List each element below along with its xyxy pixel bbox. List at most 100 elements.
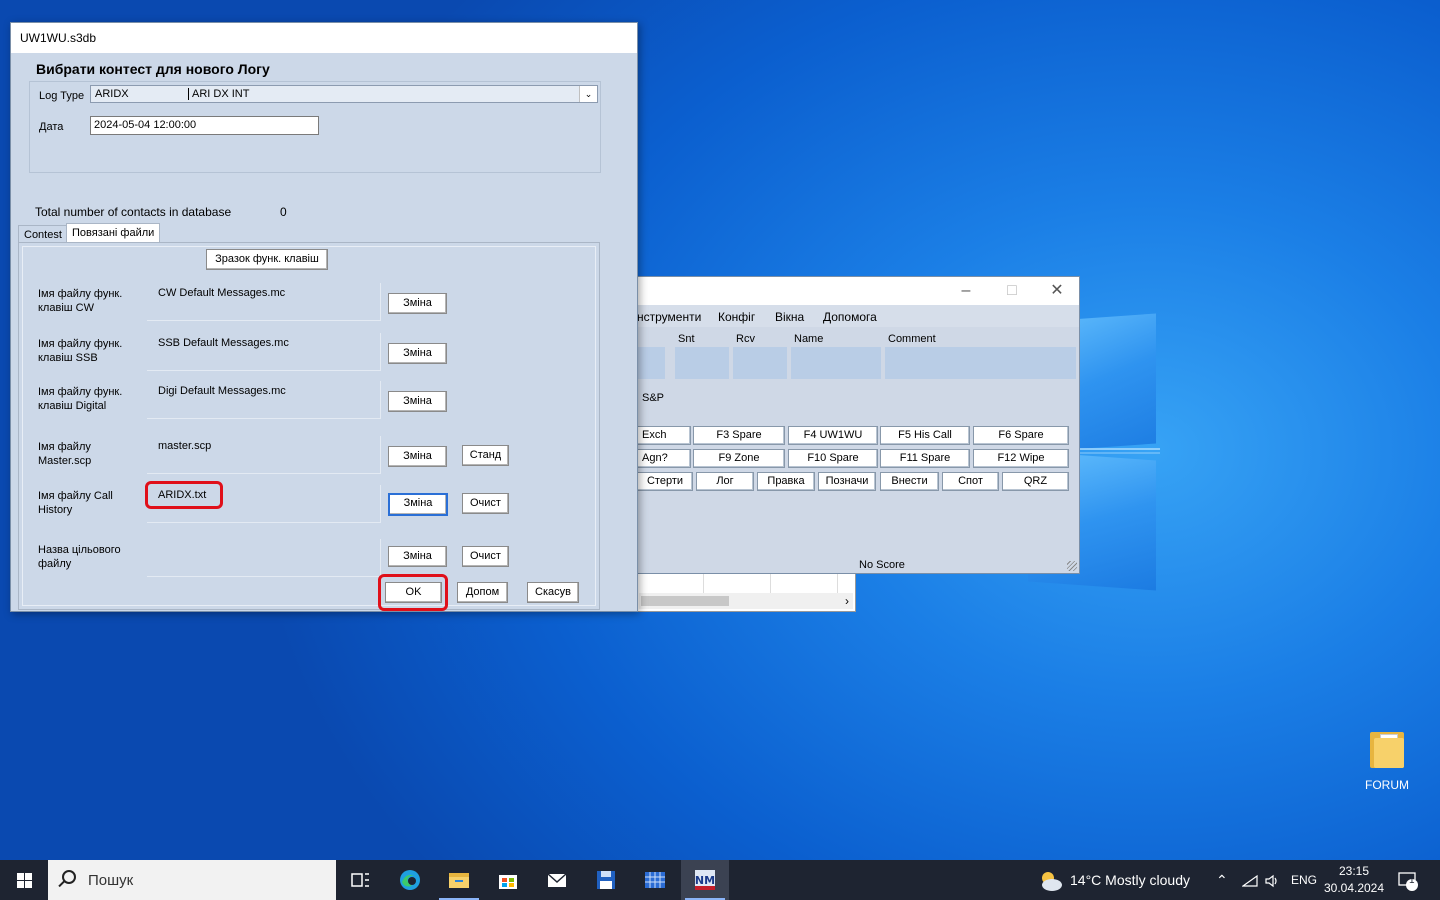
fkey-f10[interactable]: F10 Spare (788, 449, 878, 468)
mark-button[interactable]: Позначи (818, 472, 876, 491)
menu-config[interactable]: Конфіг (718, 310, 755, 324)
windows-icon (17, 873, 32, 888)
save-app-icon[interactable] (582, 860, 630, 900)
edit-button[interactable]: Правка (757, 472, 815, 491)
score-label: No Score (859, 559, 905, 571)
col-comment: Comment (888, 333, 936, 345)
file-explorer-icon[interactable] (435, 860, 483, 900)
desktop-icon-label: FORUM (1365, 778, 1409, 792)
master-file-name: master.scp (147, 436, 381, 474)
fkey-f6[interactable]: F6 Spare (973, 426, 1069, 445)
entry-window: – □ ✕ нструменти Конфіг Вікна Допомога S… (636, 276, 1080, 574)
fkey-agn[interactable]: Agn? (637, 449, 691, 468)
start-button[interactable] (0, 860, 48, 900)
chevron-down-icon[interactable]: ⌄ (579, 86, 597, 102)
date-field[interactable]: 2024-05-04 12:00:00 (90, 116, 319, 135)
minimize-icon[interactable]: – (951, 281, 981, 301)
search-placeholder: Пошук (88, 872, 134, 889)
search-icon (62, 870, 76, 884)
ssb-file-name: SSB Default Messages.mc (147, 333, 381, 371)
folder-icon (1370, 728, 1404, 768)
spreadsheet-app-icon[interactable] (631, 860, 679, 900)
language-indicator[interactable]: ENG (1291, 860, 1317, 900)
ssb-change-button[interactable]: Зміна (388, 343, 447, 364)
weather-icon[interactable] (1036, 860, 1064, 900)
volume-icon[interactable] (1264, 860, 1280, 900)
call-history-label: Імя файлу Call History (38, 490, 113, 516)
fkey-f9[interactable]: F9 Zone (693, 449, 785, 468)
menu-tools[interactable]: нструменти (637, 310, 701, 324)
highlight-call-history (145, 481, 223, 509)
target-change-button[interactable]: Зміна (388, 546, 447, 567)
task-view-icon[interactable] (336, 860, 384, 900)
system-clock[interactable]: 23:15 30.04.2024 (1322, 863, 1386, 897)
fkey-f12[interactable]: F12 Wipe (973, 449, 1069, 468)
cw-change-button[interactable]: Зміна (388, 293, 447, 314)
n1mm-logger-icon[interactable]: NM (681, 860, 729, 900)
dialog-heading: Вибрати контест для нового Логу (36, 61, 270, 77)
horizontal-scrollbar[interactable]: › (639, 593, 853, 609)
scroll-right-icon[interactable]: › (845, 593, 849, 609)
clock-time: 23:15 (1338, 864, 1370, 878)
digi-file-label: Імя файлу функ. клавіш Digital (38, 386, 123, 412)
help-button[interactable]: Допом (457, 582, 508, 603)
log-type-select[interactable]: ARIDX ARI DX INT ⌄ (90, 85, 598, 103)
sample-fkeys-button[interactable]: Зразок функ. клавіш (206, 249, 328, 270)
menu-help[interactable]: Допомога (823, 310, 877, 324)
target-clear-button[interactable]: Очист (462, 546, 509, 567)
search-box[interactable]: Пошук (48, 860, 336, 900)
name-field[interactable] (791, 347, 881, 379)
log-window: › (636, 574, 856, 612)
total-contacts-value: 0 (280, 205, 287, 219)
mail-icon[interactable] (533, 860, 581, 900)
snt-field[interactable] (675, 347, 729, 379)
close-icon[interactable]: ✕ (1042, 281, 1072, 301)
cancel-button[interactable]: Скасув (527, 582, 579, 603)
target-file-name (147, 539, 381, 577)
tab-linked-files[interactable]: Повязані файли (66, 223, 161, 243)
col-rcv: Rcv (736, 333, 755, 345)
fkey-f4[interactable]: F4 UW1WU (788, 426, 878, 445)
digi-change-button[interactable]: Зміна (388, 391, 447, 412)
master-file-label: Імя файлу Master.scp (38, 441, 92, 467)
forum-folder-icon[interactable]: FORUM (1356, 728, 1418, 792)
call-history-clear-button[interactable]: Очист (462, 493, 509, 514)
col-name: Name (794, 333, 824, 345)
weather-text[interactable]: 14°C Mostly cloudy (1070, 860, 1190, 900)
master-default-button[interactable]: Станд (462, 445, 509, 466)
log-button[interactable]: Лог (696, 472, 754, 491)
resize-grip-icon[interactable] (1067, 561, 1077, 571)
qrz-button[interactable]: QRZ (1002, 472, 1069, 491)
wipe-button[interactable]: Стерти (637, 472, 693, 491)
col-snt: Snt (678, 333, 695, 345)
date-label: Дата (39, 121, 64, 133)
fkey-exch[interactable]: Exch (637, 426, 691, 445)
total-contacts-label: Total number of contacts in database (35, 205, 232, 219)
fkey-f3[interactable]: F3 Spare (693, 426, 785, 445)
call-history-change-button[interactable]: Зміна (388, 493, 448, 516)
ok-button[interactable]: OK (385, 582, 442, 603)
store-icon[interactable] (484, 860, 532, 900)
cw-file-label: Імя файлу функ. клавіш CW (38, 288, 123, 314)
menu-windows[interactable]: Вікна (775, 310, 804, 324)
desktop: FORUM › – □ ✕ нструменти Конфіг Вікна До… (0, 0, 1440, 860)
store-button[interactable]: Внести (880, 472, 939, 491)
network-icon[interactable] (1241, 860, 1258, 900)
edge-browser-icon[interactable] (386, 860, 434, 900)
call-field[interactable] (637, 347, 665, 379)
rcv-field[interactable] (733, 347, 787, 379)
log-type-label: Log Type (39, 90, 85, 102)
notification-count: 1 (1409, 875, 1415, 886)
spot-button[interactable]: Спот (942, 472, 999, 491)
master-change-button[interactable]: Зміна (388, 446, 447, 467)
target-file-label: Назва цільового файлу (38, 544, 121, 570)
maximize-icon[interactable]: □ (997, 281, 1027, 301)
scrollbar-thumb[interactable] (641, 596, 729, 606)
notification-icon[interactable]: 1 (1398, 860, 1420, 900)
menu-bar: нструменти Конфіг Вікна Допомога (637, 305, 1079, 327)
chevron-up-icon[interactable]: ⌃ (1216, 860, 1228, 900)
tab-contest[interactable]: Contest (18, 225, 68, 243)
comment-field[interactable] (885, 347, 1076, 379)
fkey-f11[interactable]: F11 Spare (880, 449, 970, 468)
fkey-f5[interactable]: F5 His Call (880, 426, 970, 445)
